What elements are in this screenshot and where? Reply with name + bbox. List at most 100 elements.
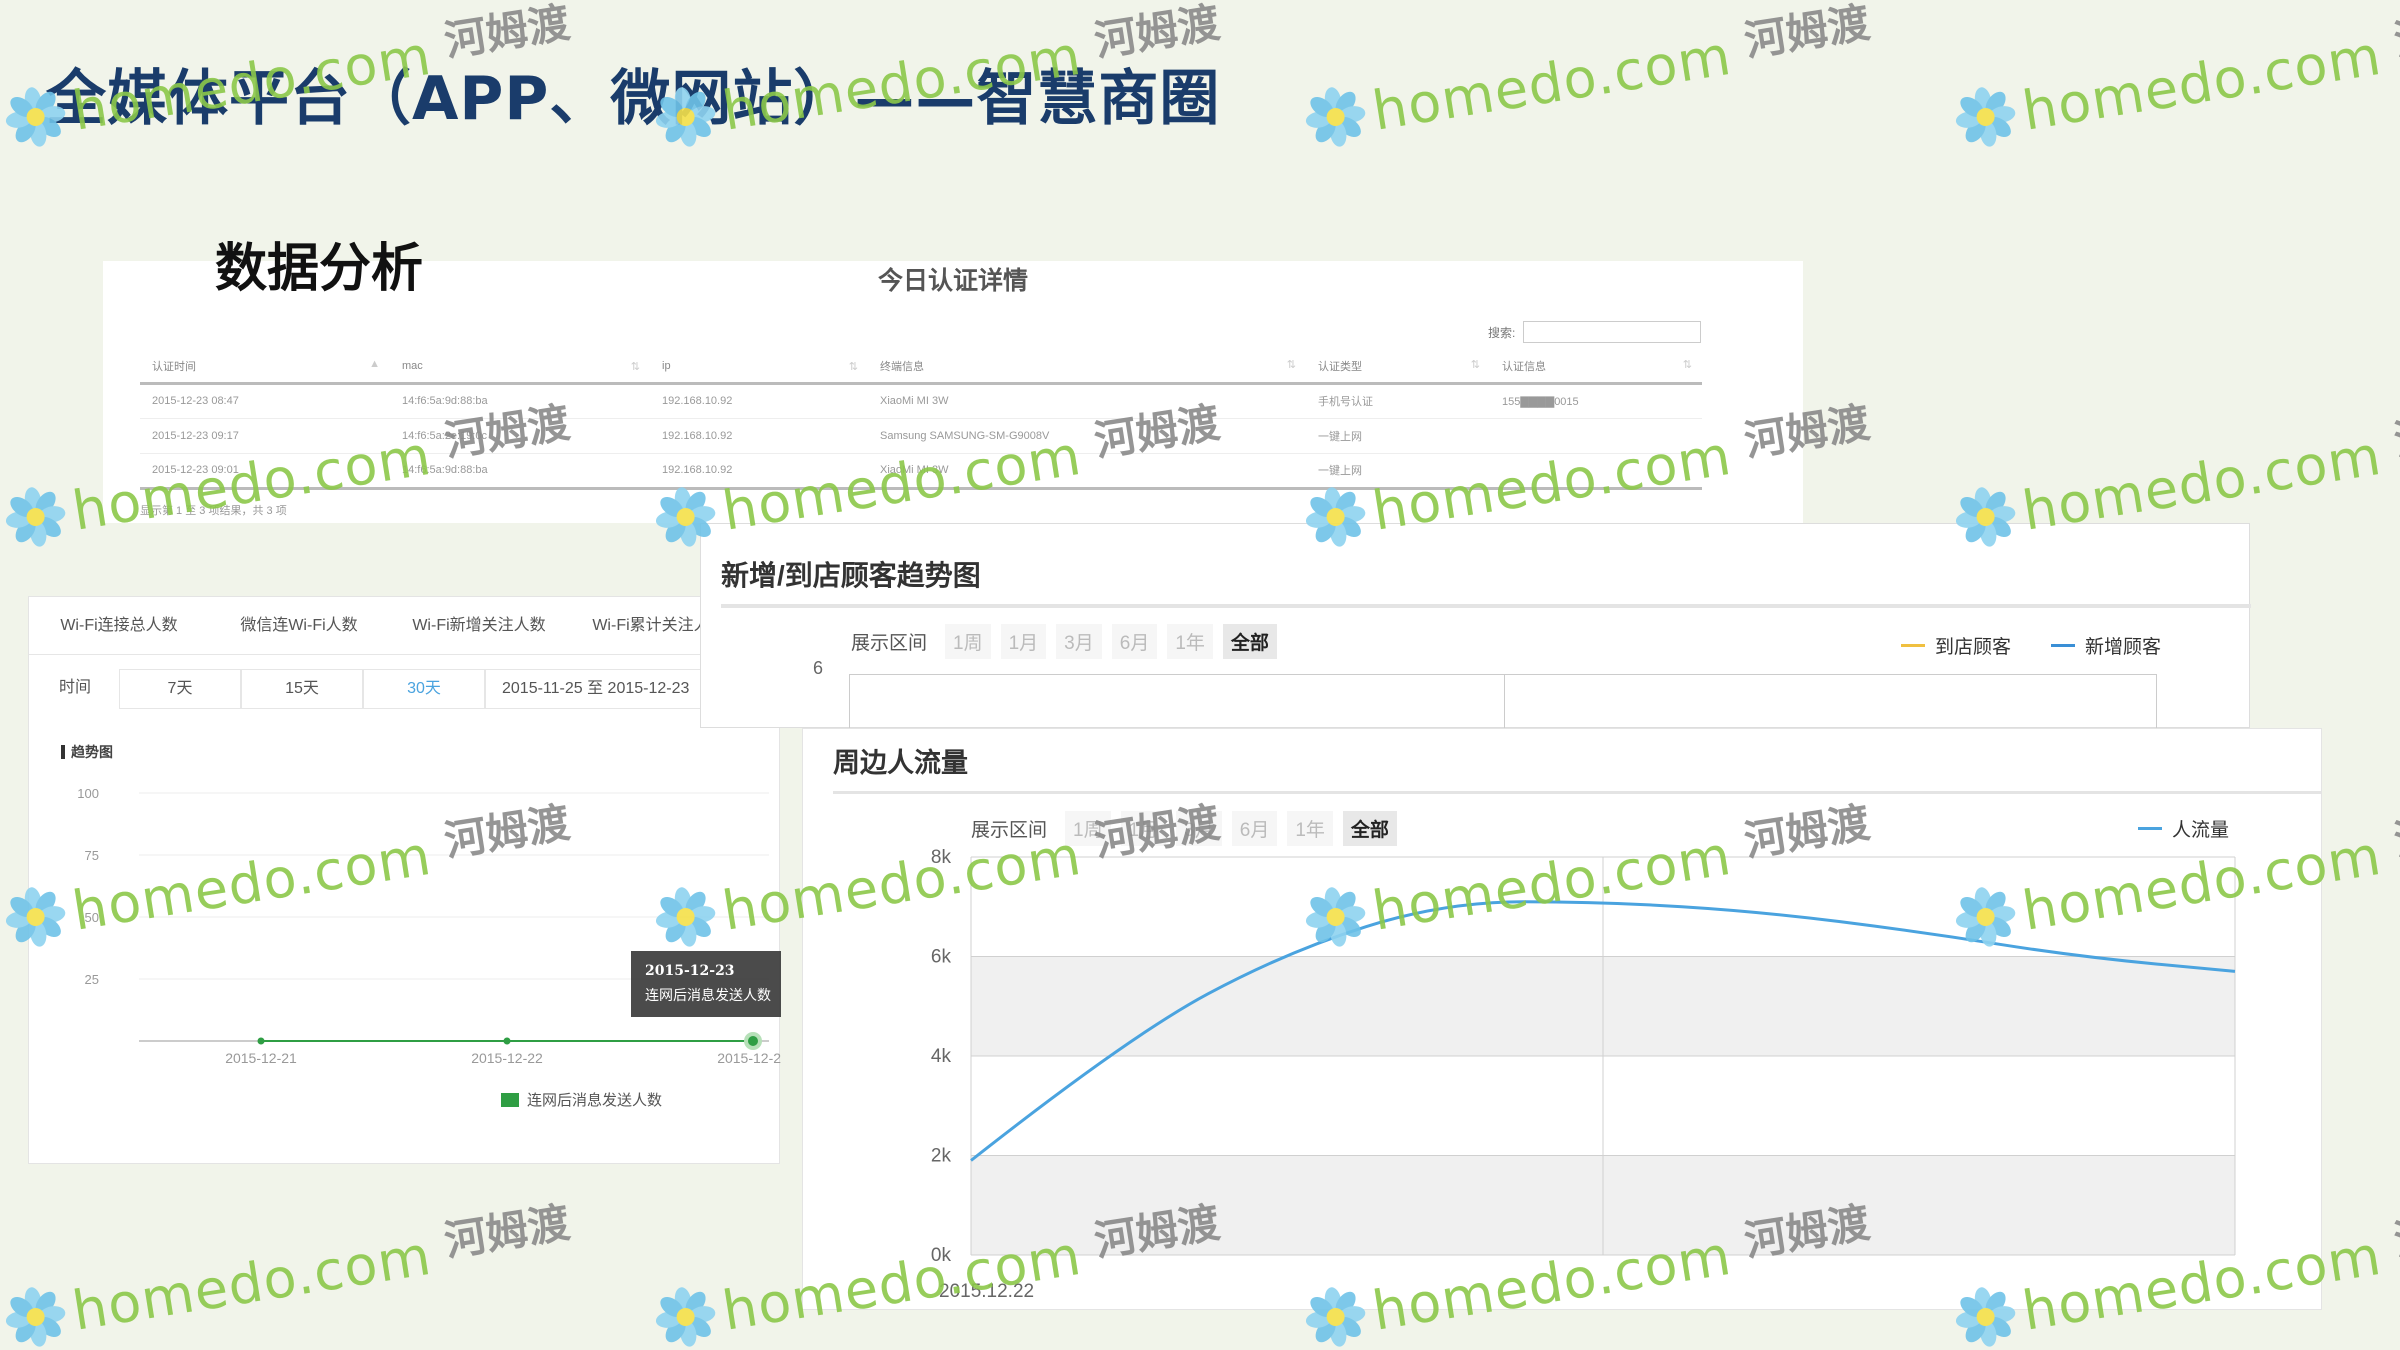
table-cell: XiaoMi MI 3W — [868, 453, 1306, 490]
table-cell: 155▇▇▇▇0015 — [1490, 383, 1702, 419]
tab-wifi-total[interactable]: Wi-Fi连接总人数 — [29, 597, 209, 654]
range-all-button[interactable]: 全部 — [1222, 624, 1277, 659]
sort-icon[interactable]: ⇅ — [1471, 358, 1490, 371]
tooltip-date: 2015-12-23 — [645, 963, 735, 979]
watermark-cn: 河姆渡 — [440, 1197, 574, 1266]
y-axis-tick: 6 — [813, 658, 824, 678]
table-footer-info: 显示第 1 至 3 项结果，共 3 项 — [140, 505, 287, 517]
range-30-days-button[interactable]: 30天 — [363, 669, 485, 709]
sort-icon[interactable]: ⇅ — [1683, 358, 1702, 371]
trend-legend: 到店顾客 新增顾客 — [1901, 632, 2161, 659]
watermark-cn: 河姆渡 — [1740, 0, 1874, 66]
column-header[interactable]: 认证时间 ▲ — [140, 351, 390, 385]
watermark: homedo.com 河姆渡 — [1299, 0, 1876, 154]
flower-logo-icon — [1955, 87, 2016, 147]
table-cell: 192.168.10.92 — [650, 453, 868, 490]
column-header[interactable]: ip ⇅ — [650, 351, 868, 385]
range-15-days-button[interactable]: 15天 — [241, 669, 363, 709]
column-header[interactable]: 终端信息 ⇅ — [868, 351, 1306, 385]
auth-table-header: 认证时间 ▲ mac ⇅ ip ⇅ 终端信息 ⇅ 认证类型 ⇅ 认证信息 ⇅ — [140, 351, 1702, 385]
tab-wifi-new-follow[interactable]: Wi-Fi新增关注人数 — [389, 597, 569, 654]
range-3-month-button[interactable]: 3月 — [1056, 624, 1102, 659]
table-cell: 14:f6:5a:2e:19:0c — [390, 418, 650, 454]
traffic-range-selector: 展示区间 1周 1月 3月 6月 1年 全部 — [971, 811, 1397, 846]
legend-swatch — [501, 1093, 519, 1107]
auth-search: 搜索: — [1488, 321, 1702, 343]
range-6-month-button[interactable]: 6月 — [1111, 624, 1158, 659]
gridline — [1504, 675, 1505, 735]
legend-item-visit[interactable]: 到店顾客 — [1901, 632, 2011, 659]
flower-logo-icon — [5, 487, 66, 547]
range-1-month-button[interactable]: 1月 — [1120, 811, 1167, 846]
tab-wechat-wifi[interactable]: 微信连Wi-Fi人数 — [209, 597, 389, 654]
legend-item-traffic[interactable]: 人流量 — [2138, 815, 2229, 842]
tooltip-series: 连网后消息发送人数 — [645, 987, 771, 1003]
range-1-year-button[interactable]: 1年 — [1287, 811, 1333, 846]
legend-item-new[interactable]: 新增顾客 — [2051, 632, 2161, 659]
range-all-button[interactable]: 全部 — [1342, 811, 1397, 846]
table-cell: 192.168.10.92 — [650, 418, 868, 454]
table-row: 2015-12-23 09:01 14:f6:5a:9d:88:ba 192.1… — [140, 453, 1702, 490]
sort-icon[interactable]: ▲ — [369, 358, 390, 370]
traffic-legend: 人流量 — [2138, 815, 2229, 842]
time-range-row: 时间 7天 15天 30天 2015-11-25 至 2015-12-23 — [39, 669, 781, 709]
legend-swatch — [2138, 827, 2162, 830]
data-point — [257, 1037, 265, 1045]
watermark-cn: 河姆渡 — [2390, 0, 2400, 66]
flower-logo-icon — [1305, 87, 1366, 147]
range-label: 展示区间 — [851, 633, 928, 654]
customer-trend-panel: 新增/到店顾客趋势图 展示区间 1周 1月 3月 6月 1年 全部 到店顾客 新… — [700, 523, 2251, 735]
watermark-cn: 河姆渡 — [2390, 397, 2400, 466]
table-row: 2015-12-23 09:17 14:f6:5a:2e:19:0c 192.1… — [140, 418, 1702, 454]
trend-plot-area — [849, 674, 2157, 735]
watermark-text: homedo.com — [2018, 23, 2386, 143]
sort-icon[interactable]: ⇅ — [1287, 358, 1306, 371]
x-tick-label: 2015.12.22 — [939, 1281, 1034, 1302]
sort-icon[interactable]: ⇅ — [849, 360, 868, 373]
range-3-month-button[interactable]: 3月 — [1176, 811, 1222, 846]
range-7-days-button[interactable]: 7天 — [119, 669, 241, 709]
flower-logo-icon — [5, 1287, 66, 1347]
range-1-month-button[interactable]: 1月 — [1000, 624, 1047, 659]
foot-traffic-panel: 0k 2k 4k 6k 8k 2015.12.22 周边人流量 展示区间 1周 1月 3月… — [802, 728, 2322, 1310]
traffic-panel-title: 周边人流量 — [833, 748, 968, 778]
data-point — [744, 1032, 762, 1050]
range-6-month-button[interactable]: 6月 — [1231, 811, 1278, 846]
table-cell: 一键上网 — [1306, 418, 1490, 454]
watermark-cn: 河姆渡 — [2390, 797, 2400, 866]
search-input[interactable] — [1523, 321, 1702, 343]
slide-title: 全媒体平台（APP、微网站）——智慧商圈 — [46, 64, 1221, 134]
y-tick-label: 4k — [931, 1046, 952, 1067]
watermark-text: homedo.com — [1368, 23, 1736, 143]
column-header[interactable]: 认证类型 ⇅ — [1306, 351, 1490, 385]
watermark: homedo.com 河姆渡 — [0, 1197, 576, 1350]
wifi-tabs: Wi-Fi连接总人数 微信连Wi-Fi人数 Wi-Fi新增关注人数 Wi-Fi累… — [29, 597, 779, 655]
table-cell: 14:f6:5a:9d:88:ba — [390, 453, 650, 490]
range-1-week-button[interactable]: 1周 — [945, 624, 991, 659]
legend-label: 连网后消息发送人数 — [527, 1092, 662, 1109]
table-cell: 192.168.10.92 — [650, 383, 868, 419]
range-1-year-button[interactable]: 1年 — [1167, 624, 1213, 659]
range-label: 展示区间 — [971, 820, 1048, 841]
legend-label: 新增顾客 — [2085, 637, 2162, 658]
sort-icon[interactable]: ⇅ — [631, 360, 650, 373]
x-tick-label: 2015-12-22 — [471, 1050, 543, 1066]
y-tick-label: 8k — [931, 847, 952, 868]
trend-range-selector: 展示区间 1周 1月 3月 6月 1年 全部 — [851, 624, 1277, 659]
divider — [833, 791, 2321, 794]
column-header[interactable]: mac ⇅ — [390, 351, 650, 385]
column-header[interactable]: 认证信息 ⇅ — [1490, 351, 1702, 385]
table-cell: 2015-12-23 08:47 — [140, 383, 390, 419]
y-tick-label: 2k — [931, 1146, 952, 1167]
y-tick-label: 50 — [85, 910, 99, 925]
range-1-week-button[interactable]: 1周 — [1065, 811, 1111, 846]
x-tick-label: 2015-12-21 — [225, 1050, 297, 1066]
auth-table: 认证时间 ▲ mac ⇅ ip ⇅ 终端信息 ⇅ 认证类型 ⇅ 认证信息 ⇅ 2015-12… — [140, 351, 1702, 490]
legend-swatch — [2051, 644, 2076, 647]
y-tick-label: 100 — [77, 786, 99, 801]
table-cell: 一键上网 — [1306, 453, 1490, 490]
table-cell: 2015-12-23 09:01 — [140, 453, 390, 490]
table-cell — [1490, 453, 1702, 490]
table-row: 2015-12-23 08:47 14:f6:5a:9d:88:ba 192.1… — [140, 383, 1702, 419]
wifi-stats-panel: Wi-Fi连接总人数 微信连Wi-Fi人数 Wi-Fi新增关注人数 Wi-Fi累… — [28, 596, 781, 1164]
